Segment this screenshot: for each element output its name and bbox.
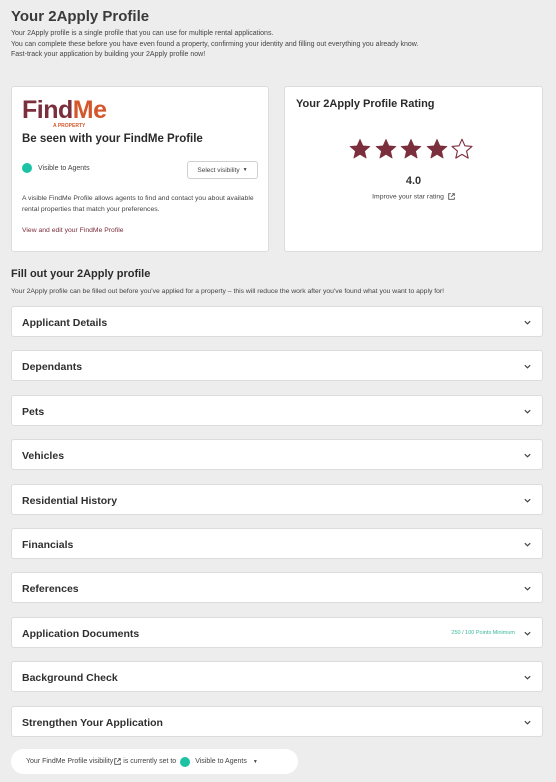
improve-rating-link[interactable]: Improve your star rating: [285, 193, 542, 200]
findme-logo: FindMe A PROPERTY: [22, 96, 107, 129]
intro-line-2: You can complete these before you have e…: [11, 40, 419, 48]
accordion-section-label: Financials: [22, 539, 74, 551]
chevron-down-icon: [524, 453, 531, 458]
intro-line-3: Fast-track your application by building …: [11, 51, 206, 58]
visibility-select-button[interactable]: Select visibility ▼: [187, 161, 258, 179]
accordion-section-label: References: [22, 583, 79, 596]
accordion-section[interactable]: Pets: [11, 394, 543, 426]
visibility-label: Visible to Agents: [38, 164, 90, 172]
star-filled-icon: [375, 138, 396, 159]
accordion-section-label: Applicant Details: [22, 317, 108, 329]
chevron-down-icon: [524, 365, 531, 370]
logo-me: Me: [72, 96, 107, 124]
accordion-section-label: Residential History: [22, 494, 118, 507]
footer-visibility-bar: Your FindMe Profile visibility is curren…: [11, 749, 298, 774]
accordion-section-label: Strengthen Your Application: [22, 716, 163, 729]
chevron-down-icon: [524, 542, 531, 547]
logo-tagline: A PROPERTY: [53, 123, 86, 129]
accordion-section[interactable]: References: [11, 572, 543, 604]
accordion-section[interactable]: Dependants: [11, 350, 543, 382]
caret-down-icon: ▼: [242, 167, 248, 173]
accordion-section[interactable]: Financials: [11, 528, 543, 559]
star-empty-icon: [451, 138, 473, 159]
findme-description: A visible FindMe Profile allows agents t…: [22, 195, 254, 213]
accordion-section[interactable]: Residential History: [11, 483, 543, 515]
external-link-icon[interactable]: [114, 758, 122, 765]
footer-visibility-middle: is currently set to: [123, 758, 177, 765]
profile-section-heading: Fill out your 2Apply profile: [11, 268, 151, 280]
star-filled-icon: [426, 138, 447, 159]
accordion-section[interactable]: Vehicles: [11, 439, 543, 471]
accordion-section-label: Dependants: [22, 361, 83, 374]
accordion-section-label: Application Documents: [22, 627, 140, 640]
footer-visibility-value: Visible to Agents: [195, 758, 247, 765]
findme-card: FindMe A PROPERTY Be seen with your Find…: [11, 86, 269, 252]
chevron-down-icon: [524, 675, 531, 680]
accordion-section-label: Pets: [22, 405, 45, 418]
visibility-select-label: Select visibility: [197, 166, 240, 174]
visibility-status: Visible to Agents: [22, 163, 90, 173]
improve-rating-label: Improve your star rating: [372, 193, 444, 201]
visible-status-dot-icon: [180, 756, 191, 767]
chevron-down-icon: [524, 587, 531, 592]
rating-card: Your 2Apply Profile Rating 4.0 Improve y…: [284, 86, 543, 252]
view-findme-profile-link[interactable]: View and edit your FindMe Profile: [22, 227, 124, 234]
accordion-section-label: Vehicles: [22, 450, 65, 463]
footer-visibility-select[interactable]: Visible to Agents ▼: [195, 758, 258, 765]
profile-section-subtext: Your 2Apply profile can be filled out be…: [11, 288, 445, 295]
page-title: Your 2Apply Profile: [11, 8, 150, 25]
findme-heading: Be seen with your FindMe Profile: [22, 133, 203, 145]
star-filled-icon: [349, 138, 371, 159]
rating-value: 4.0: [405, 175, 422, 187]
caret-down-icon: ▼: [252, 758, 258, 765]
footer-visibility-prefix: Your FindMe Profile visibility: [26, 758, 114, 765]
accordion-section[interactable]: Application Documents 250 / 100 Points Mi…: [11, 616, 543, 648]
chevron-down-icon: [524, 631, 531, 636]
star-rating: [348, 137, 476, 161]
page-header: Your 2Apply Profile Your 2Apply profile …: [11, 8, 546, 61]
accordion-section[interactable]: Strengthen Your Application: [11, 705, 543, 737]
external-link-icon: [448, 193, 455, 200]
star-filled-icon: [400, 138, 422, 159]
accordion-section[interactable]: Background Check: [11, 661, 543, 693]
chevron-down-icon: [524, 720, 531, 725]
accordion-section-label: Background Check: [22, 672, 118, 685]
visible-status-dot-icon: [22, 163, 32, 173]
logo-find: Find: [22, 96, 73, 124]
rating-title: Your 2Apply Profile Rating: [296, 98, 435, 110]
accordion-section[interactable]: Applicant Details: [11, 306, 543, 337]
chevron-down-icon: [524, 498, 531, 503]
intro-line-1: Your 2Apply profile is a single profile …: [11, 30, 274, 37]
chevron-down-icon: [524, 320, 531, 325]
chevron-down-icon: [524, 409, 531, 414]
points-badge: 250 / 100 Points Minimum: [451, 629, 515, 636]
